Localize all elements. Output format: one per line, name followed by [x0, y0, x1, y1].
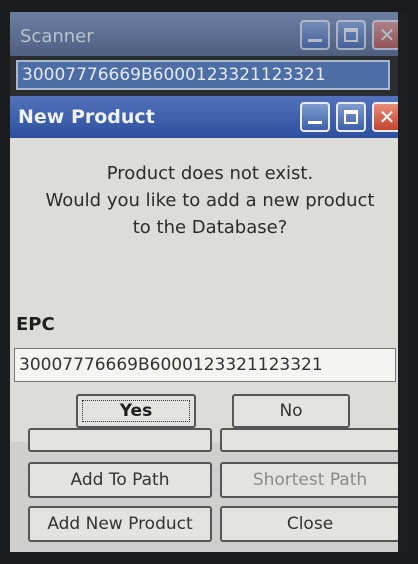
scanner-epc-field[interactable]: 30007776669B6000123321123321 [16, 60, 390, 90]
message-line: Product does not exist. [106, 163, 314, 184]
scanner-button-panel: Add To Path Shortest Path Add New Produc… [10, 428, 408, 552]
epc-label: EPC [16, 314, 55, 335]
message-line: Would you like to add a new product [45, 190, 375, 211]
dialog-minimize-button[interactable] [300, 102, 330, 132]
no-button-label: No [279, 401, 303, 421]
message-line: to the Database? [132, 217, 288, 238]
hidden-button-right[interactable] [220, 428, 400, 452]
scanner-title: Scanner [20, 26, 94, 47]
scanner-title-bar: Scanner ✕ [10, 12, 408, 56]
focus-ring [82, 400, 190, 422]
close-icon: ✕ [378, 23, 396, 47]
scanner-restore-button[interactable] [336, 20, 366, 50]
device-screen: Scanner ✕ 30007776669B6000123321123321 N… [10, 12, 408, 552]
add-to-path-button[interactable]: Add To Path [28, 462, 212, 498]
minimize-icon [308, 121, 322, 124]
no-button[interactable]: No [232, 394, 350, 428]
yes-button[interactable]: Yes [76, 394, 196, 428]
shortest-path-button[interactable]: Shortest Path [220, 462, 400, 498]
new-product-dialog: New Product ✕ Product does not exist. Wo… [10, 96, 408, 442]
scanner-minimize-button[interactable] [300, 20, 330, 50]
add-new-product-button[interactable]: Add New Product [28, 506, 212, 542]
dialog-maximize-button[interactable] [336, 102, 366, 132]
dialog-title: New Product [18, 106, 155, 128]
hidden-button-left[interactable] [28, 428, 212, 452]
screen-bezel [398, 12, 408, 552]
epc-input[interactable]: 30007776669B6000123321123321 [14, 348, 396, 382]
close-button[interactable]: Close [220, 506, 400, 542]
close-icon: ✕ [378, 105, 396, 129]
dialog-message: Product does not exist. Would you like t… [20, 160, 400, 241]
dialog-title-bar: New Product ✕ [10, 96, 408, 138]
restore-icon [344, 28, 358, 42]
minimize-icon [308, 39, 322, 42]
maximize-icon [344, 110, 358, 124]
